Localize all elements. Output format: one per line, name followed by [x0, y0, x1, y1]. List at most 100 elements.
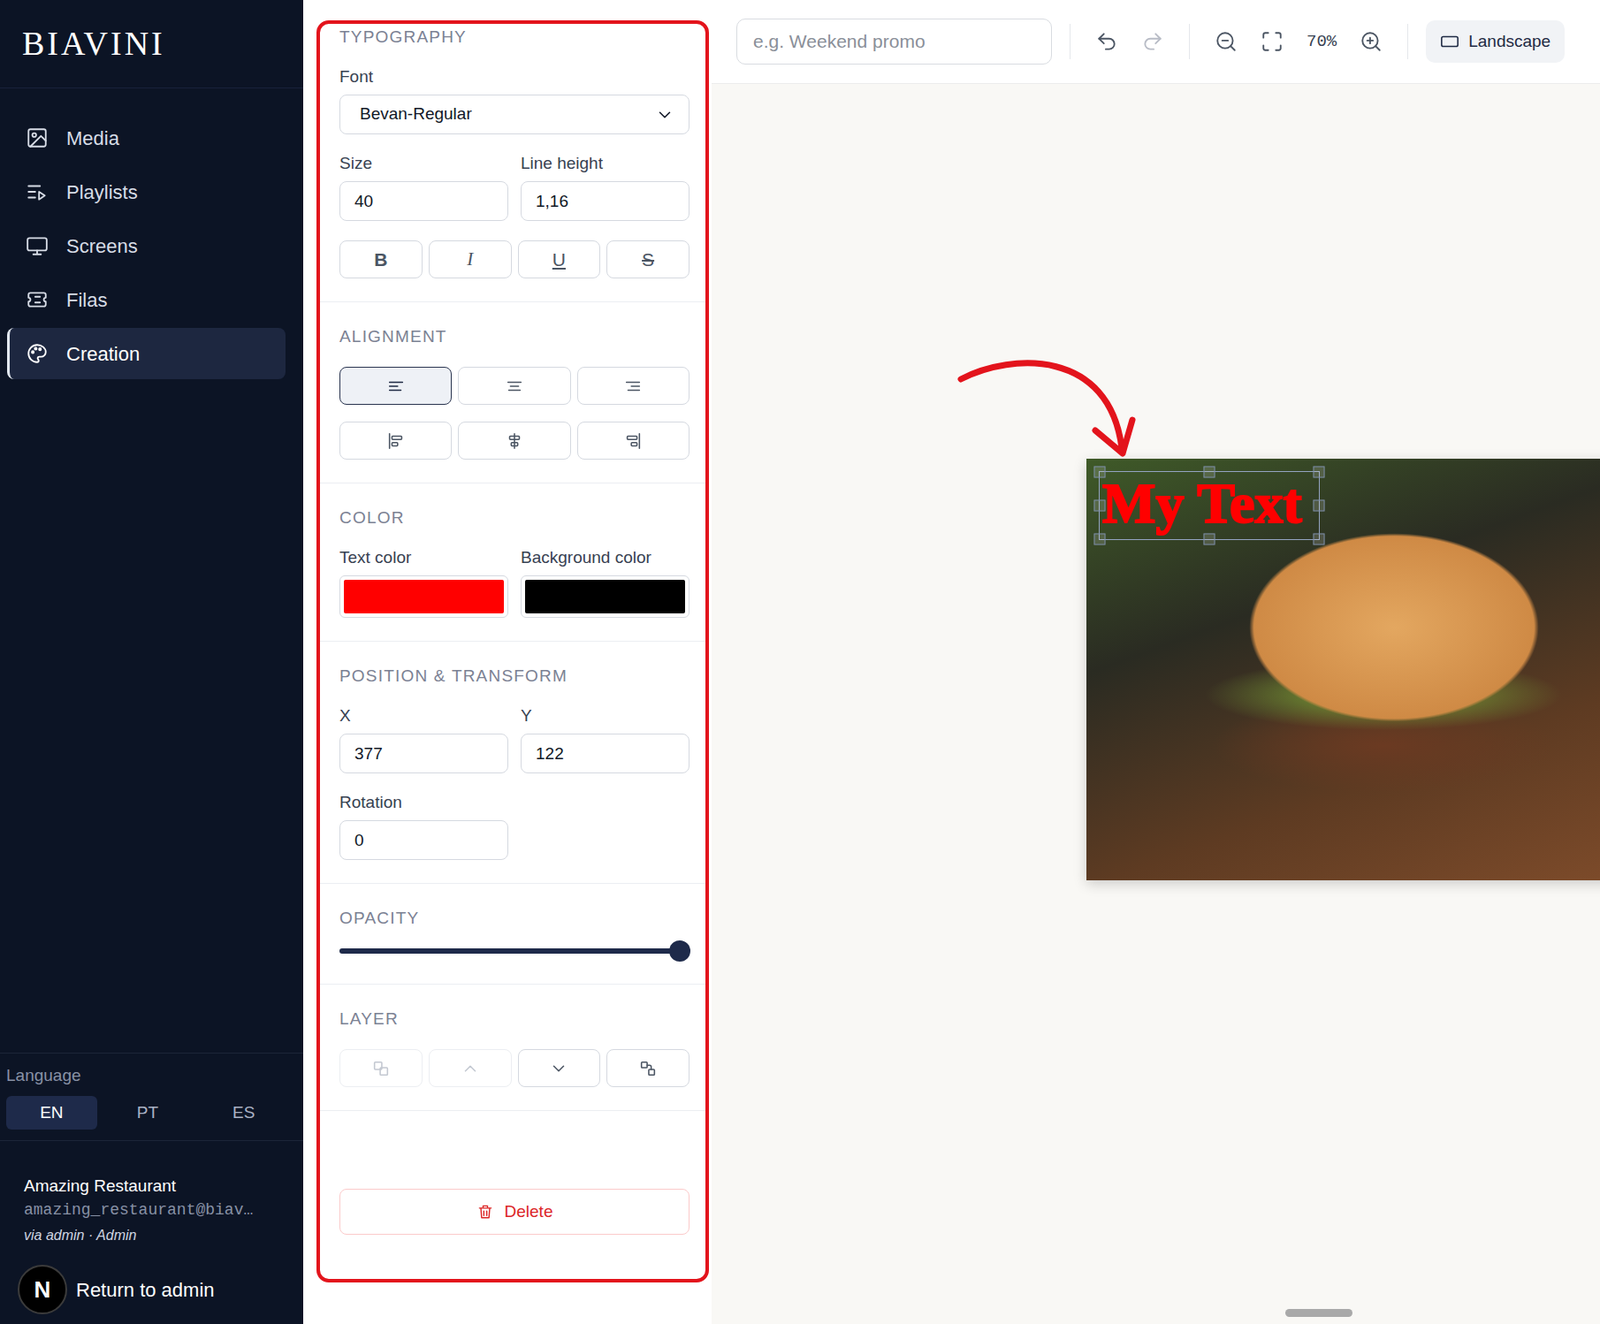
alignment-button[interactable]	[457, 366, 571, 405]
sidebar-item[interactable]: Creation	[7, 327, 286, 380]
font-select[interactable]: Bevan-Regular	[339, 94, 690, 135]
y-input[interactable]	[520, 733, 690, 774]
style-button[interactable]: S	[606, 240, 690, 279]
field-label: Y	[520, 706, 690, 726]
text-color-swatch[interactable]	[343, 579, 504, 614]
field-label: Text color	[339, 548, 509, 568]
delete-button[interactable]: Delete	[339, 1188, 690, 1235]
style-glyph[interactable]: I	[466, 245, 473, 275]
style-glyph[interactable]: U	[552, 245, 566, 275]
alignment-button[interactable]	[339, 366, 452, 405]
background-color-swatch[interactable]	[525, 579, 686, 614]
sidebar-item-label[interactable]: Screens	[66, 231, 138, 261]
language-option[interactable]: PT	[102, 1096, 194, 1130]
background-color-picker[interactable]	[520, 575, 690, 618]
language-option[interactable]: ES	[198, 1096, 290, 1130]
section-title: OPACITY	[339, 908, 690, 929]
dev-badge[interactable]: N	[17, 1264, 68, 1315]
sidebar-item-label[interactable]: Creation	[66, 339, 140, 369]
language-label: Language	[6, 1066, 290, 1086]
language-option[interactable]: EN	[6, 1096, 98, 1130]
name-input[interactable]	[736, 18, 1052, 65]
canvas-text-element[interactable]: My Text	[1098, 471, 1320, 541]
undo-button[interactable]	[1088, 22, 1126, 61]
layer-button[interactable]	[606, 1049, 690, 1088]
logo[interactable]: BIAVINI	[0, 0, 304, 89]
redo-button[interactable]	[1134, 22, 1172, 61]
properties-panel: TYPOGRAPHY Font Bevan-Regular Size Line …	[303, 0, 712, 1324]
logo-text[interactable]: BIAVINI	[22, 18, 166, 69]
resize-handle[interactable]	[1312, 500, 1325, 512]
return-link[interactable]: N Return to admin	[17, 1263, 286, 1317]
align-text-center-icon	[504, 376, 525, 397]
divider	[1069, 23, 1071, 60]
layer-buttons	[339, 1049, 690, 1088]
field-label: Background color	[520, 548, 690, 568]
sidebar-item-label[interactable]: Media	[66, 123, 120, 153]
sidebar-item-icon	[25, 126, 49, 150]
line-height-input[interactable]	[520, 181, 690, 221]
sidebar-item[interactable]: Screens	[7, 220, 286, 272]
sidebar-item-label[interactable]: Filas	[66, 285, 107, 315]
field-label: X	[339, 706, 509, 726]
layer-button[interactable]	[518, 1049, 602, 1088]
style-button[interactable]: U	[518, 240, 602, 279]
resize-handle[interactable]	[1312, 466, 1325, 479]
orientation-label[interactable]: Landscape	[1468, 29, 1551, 55]
account-block: Amazing Restaurant amazing_restaurant@bi…	[0, 1140, 304, 1324]
return-link-text[interactable]: Return to admin	[76, 1275, 215, 1305]
layer-button[interactable]	[339, 1049, 423, 1088]
alignment-section: ALIGNMENT	[320, 302, 706, 484]
annotation-arrow-icon	[950, 349, 1154, 465]
alignment-button[interactable]	[457, 421, 571, 460]
zoom-in-button[interactable]	[1352, 22, 1390, 61]
layer-button[interactable]	[428, 1049, 512, 1088]
orientation-button[interactable]: Landscape	[1425, 20, 1565, 64]
style-glyph[interactable]: B	[373, 245, 388, 275]
language-switch: ENPTES	[6, 1096, 290, 1130]
app: BIAVINI Media Playlists Screens Filas Creati…	[0, 0, 1600, 1324]
x-input[interactable]	[339, 733, 509, 774]
align-obj-right-icon	[623, 431, 643, 451]
font-value[interactable]: Bevan-Regular	[359, 101, 473, 128]
sidebar: BIAVINI Media Playlists Screens Filas Creati…	[0, 0, 304, 1324]
typography-section: TYPOGRAPHY Font Bevan-Regular Size Line …	[320, 23, 706, 303]
sidebar-item[interactable]: Playlists	[7, 166, 286, 218]
sidebar-item[interactable]: Media	[7, 112, 286, 164]
resize-handle[interactable]	[1203, 533, 1215, 546]
layer-down-icon	[548, 1059, 569, 1079]
canvas-text[interactable]: My Text	[1102, 472, 1303, 535]
fit-button[interactable]	[1253, 22, 1291, 61]
burger-photo[interactable]: My Text	[1086, 458, 1600, 881]
opacity-slider[interactable]	[339, 948, 680, 954]
sidebar-item[interactable]: Filas	[7, 274, 286, 326]
alignment-button[interactable]	[339, 421, 452, 460]
align-text-right-icon	[623, 376, 643, 397]
resize-handle[interactable]	[1203, 466, 1215, 479]
style-glyph[interactable]: S	[641, 245, 655, 275]
style-button[interactable]: B	[339, 240, 423, 279]
size-input[interactable]	[339, 181, 509, 221]
delete-label[interactable]: Delete	[504, 1199, 554, 1226]
resize-handle[interactable]	[1094, 500, 1106, 512]
divider	[1407, 23, 1409, 60]
x-field: X	[339, 706, 509, 774]
sidebar-item-label[interactable]: Playlists	[66, 177, 138, 207]
resize-handle[interactable]	[1094, 466, 1106, 479]
chevron-icon	[655, 105, 675, 125]
sidebar-menu: Media Playlists Screens Filas Creation	[0, 112, 304, 380]
text-color-picker[interactable]	[339, 575, 509, 618]
scroll-indicator[interactable]	[1285, 1309, 1353, 1318]
align-obj-left-icon	[386, 431, 406, 451]
zoom-out-button[interactable]	[1207, 22, 1245, 61]
alignment-button[interactable]	[577, 421, 690, 460]
layer-up-icon	[460, 1059, 480, 1079]
resize-handle[interactable]	[1094, 533, 1106, 546]
alignment-button[interactable]	[577, 366, 690, 405]
resize-handle[interactable]	[1312, 533, 1325, 546]
opacity-thumb[interactable]	[669, 940, 691, 962]
color-row: Text color Background color	[339, 548, 690, 618]
style-button[interactable]: I	[428, 240, 512, 279]
landscape-icon	[1440, 31, 1460, 52]
rotation-input[interactable]	[339, 820, 509, 861]
